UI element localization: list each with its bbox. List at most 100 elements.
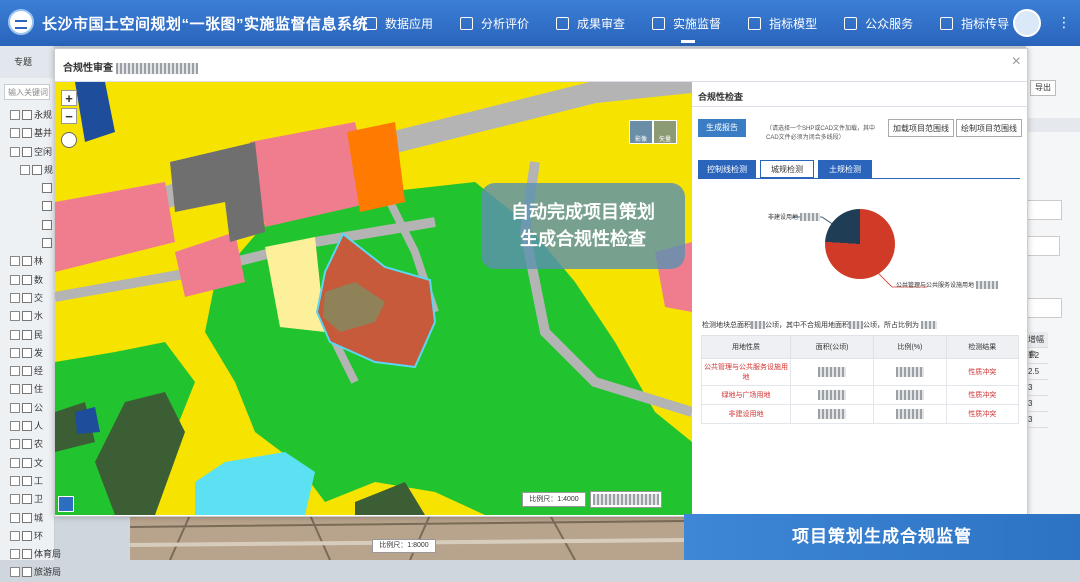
export-button[interactable]: 导出 (1030, 80, 1056, 96)
layer-checkbox[interactable] (22, 402, 32, 413)
expand-icon[interactable] (10, 384, 20, 395)
layer-checkbox[interactable] (22, 549, 32, 560)
layer-checkbox[interactable] (22, 274, 32, 285)
table-row[interactable]: 非建设用地 性质冲突 (701, 404, 1020, 424)
globe-icon[interactable] (61, 132, 77, 148)
layer-checkbox[interactable] (22, 256, 32, 267)
tab-urban-planning[interactable]: 城规检测 (760, 160, 814, 178)
layer-checkbox[interactable] (22, 439, 32, 450)
layer-checkbox[interactable] (22, 292, 32, 303)
expand-icon[interactable] (10, 421, 20, 432)
layer-checkbox[interactable] (22, 494, 32, 505)
avatar[interactable] (1013, 9, 1041, 37)
zoom-out-button[interactable]: − (61, 108, 77, 124)
expand-icon[interactable] (10, 292, 20, 303)
tree-item[interactable]: 城 (10, 509, 54, 527)
tree-item[interactable]: 水 (10, 307, 54, 325)
layer-checkbox[interactable] (22, 384, 32, 395)
expand-icon[interactable] (10, 549, 20, 560)
layer-checkbox[interactable] (32, 164, 42, 175)
expand-icon[interactable] (10, 311, 20, 322)
layer-checkbox[interactable] (22, 347, 32, 358)
expand-icon[interactable] (10, 512, 20, 523)
sidebar-tab-topic[interactable]: 专题 (0, 46, 54, 78)
layer-checkbox[interactable] (42, 238, 52, 249)
expand-icon[interactable] (10, 366, 20, 377)
layer-checkbox[interactable] (22, 146, 32, 157)
background-input[interactable] (1026, 200, 1062, 220)
expand-icon[interactable] (10, 347, 20, 358)
tree-item[interactable]: 林 (10, 252, 54, 270)
tree-item[interactable]: 农 (10, 435, 54, 453)
layer-checkbox[interactable] (22, 110, 32, 120)
tree-item[interactable]: 旅游局 (10, 563, 61, 581)
tree-item[interactable]: 住 (10, 380, 54, 398)
nav-data-app[interactable]: 数据应用 (352, 0, 448, 46)
tree-item[interactable]: 永规 (10, 106, 54, 124)
zoom-in-button[interactable]: + (61, 90, 77, 106)
load-boundary-button[interactable]: 加载项目范围线 (888, 119, 954, 137)
tree-item[interactable] (10, 234, 54, 252)
nav-transmit[interactable]: 指标传导 (928, 0, 1024, 46)
expand-icon[interactable] (10, 110, 20, 120)
layer-checkbox[interactable] (42, 219, 52, 230)
tree-item[interactable]: 公 (10, 399, 54, 417)
tree-item[interactable] (10, 197, 54, 215)
tree-item[interactable]: 体育局 (10, 545, 61, 563)
tree-item[interactable]: 空闲 (10, 143, 54, 161)
fullscreen-icon[interactable] (58, 496, 74, 512)
expand-icon[interactable] (10, 402, 20, 413)
expand-icon[interactable] (10, 146, 20, 157)
tree-item[interactable]: 数 (10, 271, 54, 289)
imagery-basemap-button[interactable]: 影像 (629, 120, 653, 144)
tree-item[interactable]: 经 (10, 362, 54, 380)
layer-checkbox[interactable] (22, 421, 32, 432)
expand-icon[interactable] (10, 567, 20, 578)
layer-checkbox[interactable] (22, 530, 32, 541)
nav-model[interactable]: 指标模型 (736, 0, 832, 46)
close-icon[interactable]: × (1012, 53, 1021, 71)
tree-item[interactable]: 卫 (10, 490, 54, 508)
nav-review[interactable]: 成果审查 (544, 0, 640, 46)
layer-checkbox[interactable] (22, 128, 32, 139)
table-row[interactable]: 公共管理与公共服务设施用地 性质冲突 (701, 358, 1020, 386)
background-select[interactable] (1026, 236, 1060, 256)
background-input[interactable] (1026, 298, 1062, 318)
draw-boundary-button[interactable]: 绘制项目范围线 (956, 119, 1022, 137)
land-use-map[interactable]: + − 影像 矢量 比例尺：1:4000 (55, 82, 692, 515)
layer-checkbox[interactable] (22, 512, 32, 523)
layer-checkbox[interactable] (22, 311, 32, 322)
layer-checkbox[interactable] (22, 475, 32, 486)
table-row[interactable]: 绿地与广场用地 性质冲突 (701, 385, 1020, 405)
nav-monitor[interactable]: 实施监督 (640, 0, 736, 46)
tree-item[interactable]: 民 (10, 326, 54, 344)
layer-checkbox[interactable] (22, 457, 32, 468)
layer-checkbox[interactable] (22, 329, 32, 340)
tree-item[interactable]: 发 (10, 344, 54, 362)
expand-icon[interactable] (10, 256, 20, 267)
expand-icon[interactable] (10, 128, 20, 139)
tree-item[interactable] (10, 179, 54, 197)
expand-icon[interactable] (10, 530, 20, 541)
generate-report-button[interactable]: 生成报告 (698, 119, 746, 137)
expand-icon[interactable] (10, 494, 20, 505)
layer-checkbox[interactable] (22, 567, 32, 578)
expand-icon[interactable] (10, 439, 20, 450)
tree-item[interactable]: 交 (10, 289, 54, 307)
sidebar-search-input[interactable]: 输入关键词 (4, 84, 50, 100)
tree-item[interactable]: 工 (10, 472, 54, 490)
tree-item[interactable] (10, 216, 54, 234)
tree-item[interactable]: 人 (10, 417, 54, 435)
expand-icon[interactable] (10, 329, 20, 340)
nav-public[interactable]: 公众服务 (832, 0, 928, 46)
layer-checkbox[interactable] (42, 201, 52, 212)
tree-item[interactable]: 文 (10, 454, 54, 472)
expand-icon[interactable] (10, 457, 20, 468)
nav-analysis[interactable]: 分析评价 (448, 0, 544, 46)
tab-control-line[interactable]: 控制线检测 (698, 160, 756, 178)
tree-item[interactable]: 环 (10, 527, 54, 545)
more-icon[interactable]: ⋮ (1057, 14, 1071, 31)
tree-item[interactable]: 基并 (10, 124, 54, 142)
layer-checkbox[interactable] (22, 366, 32, 377)
tab-land-planning[interactable]: 土规检测 (818, 160, 872, 178)
